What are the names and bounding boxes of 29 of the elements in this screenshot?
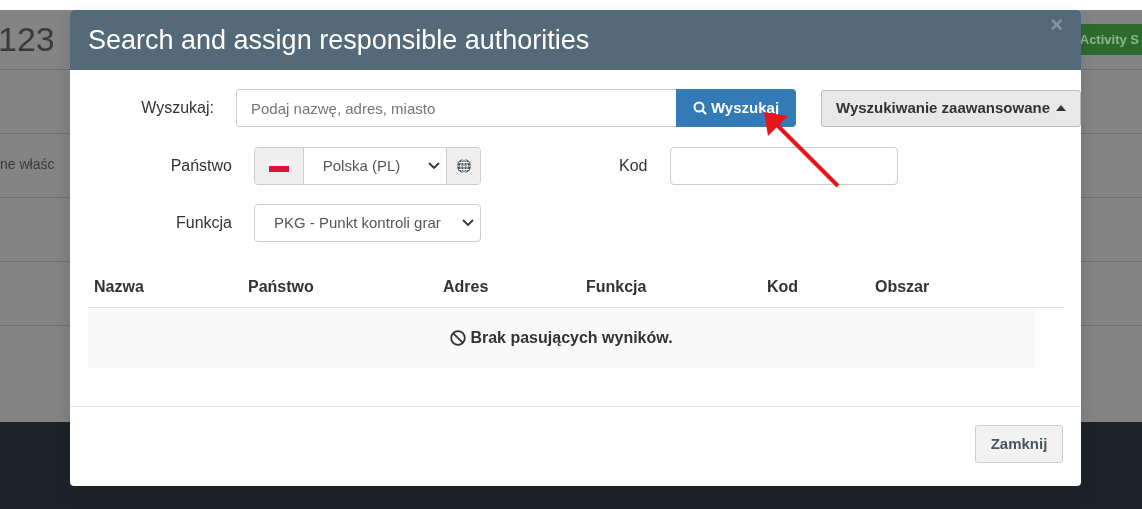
advanced-search-button[interactable]: Wyszukiwanie zaawansowane <box>821 89 1081 127</box>
field-label: Wyszukaj: <box>140 98 214 118</box>
search-icon <box>692 101 707 115</box>
search-field[interactable]: Podaj nazwę, adres, miasto <box>236 89 676 127</box>
close-dialog-button[interactable]: Zamknij <box>975 425 1063 463</box>
field-label: Państwo <box>169 156 232 176</box>
modal-title: Search and assign responsible authorities <box>88 23 590 57</box>
code-field[interactable] <box>670 147 899 185</box>
column-header: Adres <box>443 276 489 297</box>
search-button[interactable]: Wyszukaj <box>676 89 796 127</box>
chevron-down-icon <box>428 162 441 170</box>
column-header: Nazwa <box>94 276 144 297</box>
function-select[interactable]: PKG - Punkt kontroli grar <box>254 204 481 242</box>
selected-country: Polska (PL) <box>322 155 401 176</box>
column-header: Państwo <box>248 276 314 297</box>
column-header: Kod <box>767 276 799 297</box>
chevron-down-icon <box>462 219 474 227</box>
field-label: Funkcja <box>174 213 232 233</box>
country-select[interactable]: Polska (PL) <box>254 147 481 185</box>
record-number: 123 <box>0 19 55 60</box>
column-header: Funkcja <box>586 276 647 297</box>
caret-up-icon <box>1056 105 1066 111</box>
empty-message: Brak pasujących wyników. <box>470 328 673 348</box>
field-label: ne właśc <box>0 156 55 172</box>
globe-icon <box>455 158 472 174</box>
field-label: Kod <box>619 156 648 176</box>
column-header: Obszar <box>875 276 930 297</box>
flag-icon <box>268 160 289 172</box>
no-entry-icon <box>450 330 467 346</box>
